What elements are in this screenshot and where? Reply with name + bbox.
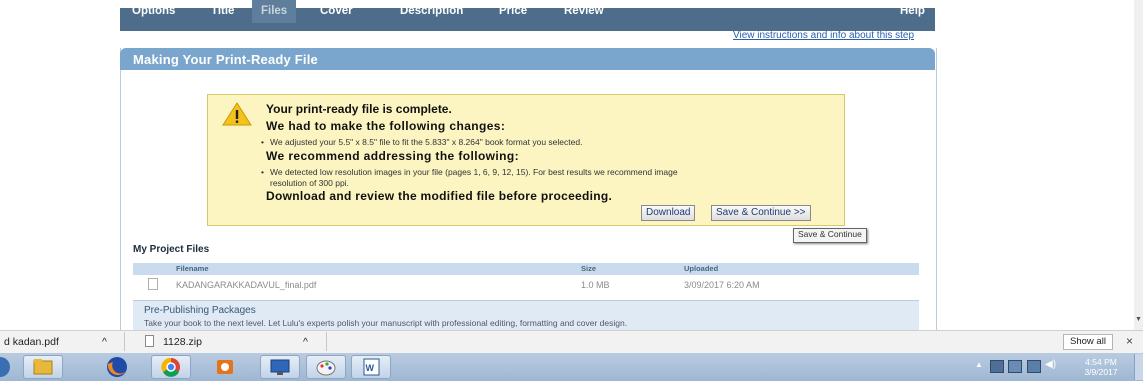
prepub-title: Pre-Publishing Packages [144, 305, 256, 316]
close-icon[interactable]: × [1126, 334, 1133, 348]
col-size: Size [581, 264, 597, 273]
word-icon: W [363, 358, 380, 376]
tray-network-icon[interactable] [990, 360, 1004, 373]
notice-change-item: We adjusted your 5.5" x 8.5" file to fit… [261, 137, 582, 147]
monitor-icon [270, 359, 290, 375]
tray-battery-icon[interactable] [1027, 360, 1041, 373]
notice-recommend-item: We detected low resolution images in you… [261, 167, 678, 177]
notice-changes-heading: We had to make the following changes: [266, 119, 506, 133]
taskbar-word[interactable]: W [351, 355, 391, 379]
clock-time[interactable]: 4:54 PM [1076, 357, 1126, 367]
taskbar-firefox[interactable] [97, 355, 137, 379]
tray-monitor-icon[interactable] [1008, 360, 1022, 373]
nav-bar [120, 8, 935, 31]
nav-title[interactable]: Title [211, 0, 234, 23]
divider [124, 332, 125, 351]
download-button[interactable]: Download [641, 205, 696, 221]
taskbar-outlook[interactable] [205, 355, 245, 379]
chrome-icon [161, 357, 180, 377]
svg-text:W: W [366, 363, 375, 373]
tray-expand-icon[interactable]: ▲ [975, 360, 983, 369]
chevron-up-icon[interactable]: ^ [303, 336, 308, 348]
notice-complete: Your print-ready file is complete. [266, 102, 452, 116]
firefox-icon [107, 357, 127, 377]
file-size: 1.0 MB [581, 280, 610, 290]
taskbar-remote[interactable] [260, 355, 300, 379]
taskbar-chrome[interactable] [151, 355, 191, 379]
paint-icon [316, 360, 336, 376]
notice-recommend-item-cont: resolution of 300 ppi. [270, 178, 349, 188]
nav-files[interactable]: Files [252, 0, 297, 23]
scroll-down-icon[interactable]: ▼ [1135, 316, 1142, 323]
nav-options[interactable]: Options [132, 0, 175, 23]
taskbar-paint[interactable] [306, 355, 346, 379]
chevron-up-icon[interactable]: ^ [102, 336, 107, 348]
notice-recommend-heading: We recommend addressing the following: [266, 149, 520, 163]
project-files-title: My Project Files [133, 244, 210, 255]
download-item-pdf[interactable]: d kadan.pdf [4, 336, 59, 348]
taskbar-explorer[interactable] [23, 355, 63, 379]
prepub-text: Take your book to the next level. Let Lu… [144, 318, 628, 328]
col-uploaded: Uploaded [684, 264, 719, 273]
show-all-button[interactable]: Show all [1063, 334, 1113, 350]
nav-review[interactable]: Review [564, 0, 604, 23]
speaker-icon[interactable]: ◀) [1045, 359, 1056, 370]
file-uploaded: 3/09/2017 6:20 AM [684, 280, 760, 290]
view-instructions-link[interactable]: View instructions and info about this st… [733, 30, 914, 41]
col-filename: Filename [176, 264, 209, 273]
download-item-zip[interactable]: 1128.zip [163, 336, 202, 348]
tooltip: Save & Continue [793, 228, 867, 243]
notice-download-heading: Download and review the modified file be… [266, 189, 613, 203]
nav-description[interactable]: Description [400, 0, 463, 23]
file-name[interactable]: KADANGARAKKADAVUL_final.pdf [176, 279, 316, 291]
show-desktop-button[interactable] [1134, 354, 1143, 380]
media-icon [217, 360, 233, 374]
nav-help[interactable]: Help [900, 0, 925, 23]
file-icon [148, 278, 158, 290]
panel-title: Making Your Print-Ready File [133, 52, 318, 67]
save-continue-button[interactable]: Save & Continue >> [711, 205, 811, 221]
clock-date[interactable]: 3/9/2017 [1076, 367, 1126, 377]
zip-file-icon [145, 335, 154, 347]
files-table-header [133, 263, 919, 275]
page-scrollbar[interactable] [1134, 0, 1143, 330]
nav-cover[interactable]: Cover [320, 0, 353, 23]
folder-icon [33, 359, 53, 375]
nav-price[interactable]: Price [499, 0, 527, 23]
warning-icon [222, 102, 252, 126]
divider [326, 332, 327, 351]
